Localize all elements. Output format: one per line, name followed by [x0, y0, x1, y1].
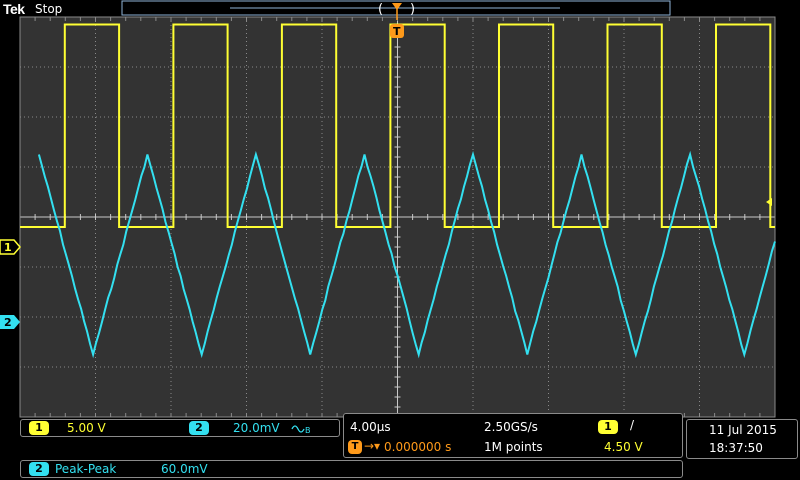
- brand-logo: Tek: [3, 1, 25, 17]
- trigger-source-badge[interactable]: 1: [598, 420, 618, 434]
- timebase-trigger-box[interactable]: 4.00µs 2.50GS/s T →▾ 0.000000 s 1M point…: [343, 413, 683, 458]
- trigger-marker-label: T: [393, 25, 401, 38]
- channel-2-badge[interactable]: 2: [189, 421, 209, 435]
- channel-2-scale: 20.0mV: [233, 421, 280, 435]
- bandwidth-limit-icon: B: [291, 425, 311, 434]
- acquisition-state: Stop: [35, 2, 63, 16]
- measurement-channel-badge: 2: [29, 462, 49, 476]
- channel-2-marker-label: 2: [4, 316, 12, 329]
- rising-edge-icon: /: [630, 418, 635, 432]
- channel-1-marker-label: 1: [4, 241, 12, 254]
- channel-readout-bar[interactable]: 1 5.00 V 2 20.0mV B: [20, 419, 340, 437]
- measurement-bar[interactable]: 2 Peak-Peak 60.0mV: [20, 460, 683, 478]
- trigger-time-icon: T: [348, 440, 362, 454]
- measurement-label: Peak-Peak: [55, 462, 117, 476]
- sample-rate: 2.50GS/s: [484, 420, 538, 434]
- time-readout: 18:37:50: [709, 441, 763, 455]
- channel-1-badge[interactable]: 1: [29, 421, 49, 435]
- svg-text:B: B: [305, 426, 311, 434]
- record-bracket-right: ): [410, 2, 415, 17]
- trigger-level: 4.50 V: [604, 440, 643, 454]
- record-bracket-left: (: [378, 2, 383, 17]
- trigger-arrow-icon: →▾: [364, 439, 381, 453]
- scope-display: ( ) T 1 2: [0, 0, 776, 418]
- date-readout: 11 Jul 2015: [709, 423, 777, 437]
- datetime-box: 11 Jul 2015 18:37:50: [686, 419, 798, 459]
- horizontal-scale: 4.00µs: [350, 420, 391, 434]
- measurement-value: 60.0mV: [161, 462, 208, 476]
- record-length: 1M points: [484, 440, 543, 454]
- channel-1-scale: 5.00 V: [67, 421, 106, 435]
- horizontal-position: 0.000000 s: [384, 440, 452, 454]
